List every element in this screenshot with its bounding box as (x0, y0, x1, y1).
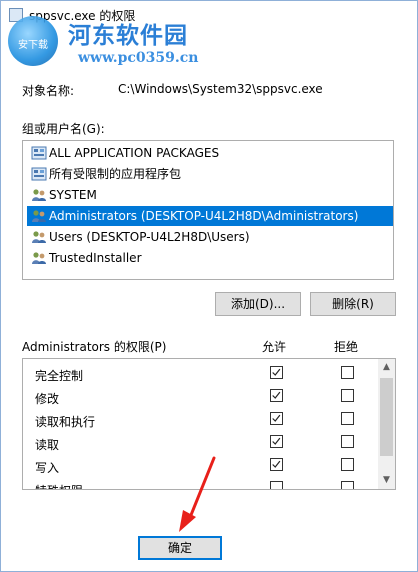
permissions-list[interactable]: 完全控制 修改 读取和执行 读取 写入 特殊权限 ▲ ▼ (22, 358, 396, 490)
checkmark-icon (272, 391, 281, 399)
deny-column-label: 拒绝 (334, 340, 359, 354)
deny-checkbox[interactable] (341, 412, 354, 425)
scroll-down-icon[interactable]: ▼ (378, 472, 395, 489)
allow-column-label: 允许 (262, 340, 287, 354)
watermark: 安下载 河东软件园 www.pc0359.cn (8, 12, 213, 72)
list-item-label: TrustedInstaller (49, 251, 142, 265)
allow-checkbox[interactable] (270, 481, 283, 489)
permission-row-write: 写入 (23, 455, 379, 478)
user-group-icon (32, 189, 46, 201)
list-item-label: Administrators (DESKTOP-U4L2H8D\Administ… (49, 209, 359, 223)
watermark-logo-text: 安下载 (18, 40, 48, 51)
deny-checkbox[interactable] (341, 389, 354, 402)
allow-checkbox[interactable] (270, 412, 283, 425)
permission-row-full-control: 完全控制 (23, 363, 379, 386)
permission-row-read-execute: 读取和执行 (23, 409, 379, 432)
watermark-url: www.pc0359.cn (78, 50, 199, 66)
object-name-label: 对象名称: (22, 84, 75, 98)
checkmark-icon (272, 437, 281, 445)
permission-name: 读取和执行 (35, 415, 96, 429)
allow-checkbox[interactable] (270, 389, 283, 402)
watermark-site-name: 河东软件园 (68, 22, 188, 49)
permission-name: 写入 (35, 461, 60, 475)
checkmark-icon (272, 460, 281, 468)
permission-name: 特殊权限 (35, 482, 83, 489)
deny-checkbox[interactable] (341, 481, 354, 489)
deny-checkbox[interactable] (341, 458, 354, 471)
permission-row-modify: 修改 (23, 386, 379, 409)
permission-name: 完全控制 (35, 369, 84, 383)
scroll-up-icon[interactable]: ▲ (378, 359, 395, 376)
app-package-icon (31, 167, 47, 181)
allow-checkbox[interactable] (270, 366, 283, 379)
permission-row-read: 读取 (23, 432, 379, 455)
permission-name: 读取 (35, 438, 60, 452)
list-item-all-application-packages[interactable]: ALL APPLICATION PACKAGES (27, 143, 393, 163)
permissions-header: Administrators 的权限(P) (22, 340, 167, 354)
list-item-label: ALL APPLICATION PACKAGES (49, 146, 220, 160)
list-item-label: SYSTEM (49, 188, 97, 202)
checkmark-icon (272, 368, 281, 376)
add-button[interactable]: 添加(D)... (215, 292, 301, 316)
list-item-label: 所有受限制的应用程序包 (49, 167, 182, 181)
app-package-icon (31, 146, 47, 160)
remove-button[interactable]: 删除(R) (310, 292, 396, 316)
scrollbar-thumb[interactable] (380, 378, 393, 456)
list-item-administrators[interactable]: Administrators (DESKTOP-U4L2H8D\Administ… (27, 206, 393, 226)
user-group-icon (32, 252, 46, 264)
list-item-system[interactable]: SYSTEM (27, 185, 393, 205)
checkmark-icon (272, 414, 281, 422)
user-group-icon (32, 231, 46, 243)
list-item-trustedinstaller[interactable]: TrustedInstaller (27, 248, 393, 268)
allow-checkbox[interactable] (270, 435, 283, 448)
allow-checkbox[interactable] (270, 458, 283, 471)
watermark-logo: 安下载 (8, 16, 58, 66)
deny-checkbox[interactable] (341, 435, 354, 448)
ok-button[interactable]: 确定 (138, 536, 222, 560)
deny-checkbox[interactable] (341, 366, 354, 379)
list-item-restricted-app-packages[interactable]: 所有受限制的应用程序包 (27, 164, 393, 184)
user-group-icon (32, 210, 46, 222)
permission-row-special: 特殊权限 (23, 478, 379, 489)
groups-label: 组或用户名(G): (22, 122, 105, 136)
list-item-users[interactable]: Users (DESKTOP-U4L2H8D\Users) (27, 227, 393, 247)
permission-name: 修改 (35, 392, 60, 406)
permissions-scrollbar[interactable]: ▲ ▼ (378, 359, 395, 489)
list-item-label: Users (DESKTOP-U4L2H8D\Users) (49, 230, 250, 244)
object-name-value: C:\Windows\System32\sppsvc.exe (118, 82, 323, 96)
groups-listbox[interactable]: ALL APPLICATION PACKAGES 所有受限制的应用程序包 SYS… (22, 140, 394, 280)
